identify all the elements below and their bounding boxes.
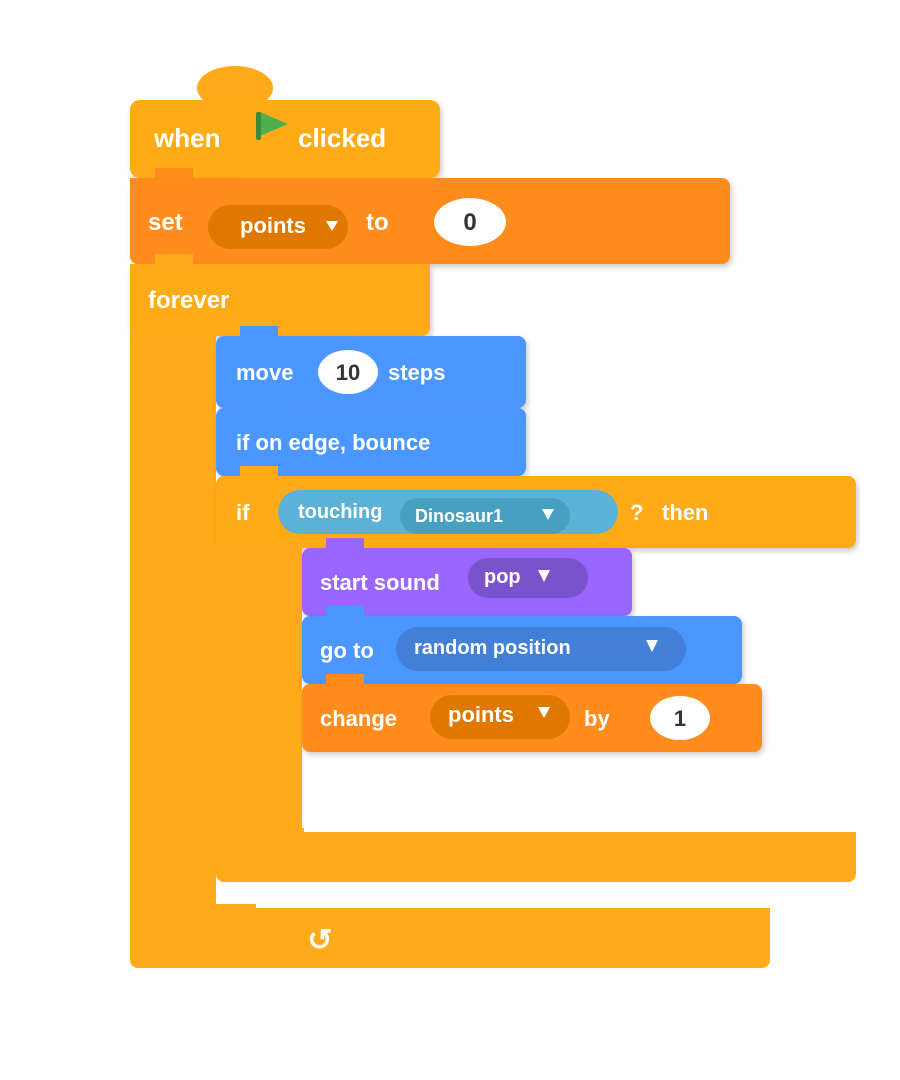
sound-label: start sound [320,570,440,595]
move-label: move [236,360,293,385]
change-variable-label: points [448,702,514,727]
scratch-script: when clicked set points [40,50,860,1030]
goto-label: go to [320,638,374,663]
then-label: then [662,500,708,525]
move-top-tab [240,326,278,338]
if-top-tab [240,466,278,478]
forever-left-wall [130,330,216,910]
if-bottom-top-cover [216,832,856,842]
forever-label: forever [148,287,229,314]
set-variable-label: points [240,213,306,238]
change-label: change [320,706,397,731]
set-to-label: to [366,209,389,236]
forever-close-tab [218,904,256,916]
touching-label: touching [298,501,382,523]
edge-top-tab [240,398,278,410]
clicked-label: clicked [298,123,386,153]
forever-wall-join [130,904,218,918]
set-label: set [148,209,183,236]
pop-dropdown-label: pop [484,566,521,588]
if-label: if [236,500,250,525]
edge-label: if on edge, bounce [236,430,430,455]
if-close-tab [240,822,278,834]
question-mark: ? [630,500,643,525]
loop-icon: ↺ [307,924,332,957]
change-top-tab [326,674,364,686]
change-value-label[interactable]: 1 [674,706,686,731]
forever-top-tab [155,254,193,266]
goto-top-tab [326,606,364,618]
move-steps-value[interactable]: 10 [336,360,360,385]
move-steps-label: steps [388,360,445,385]
change-by-label: by [584,706,610,731]
if-left-wall [216,542,302,832]
sound-top-tab [326,538,364,550]
set-top-tab [155,168,193,180]
set-value-label[interactable]: 0 [463,209,476,236]
when-label: when [153,123,220,153]
dino-dropdown-label: Dinosaur1 [415,506,503,526]
randpos-dropdown-label: random position [414,637,571,659]
